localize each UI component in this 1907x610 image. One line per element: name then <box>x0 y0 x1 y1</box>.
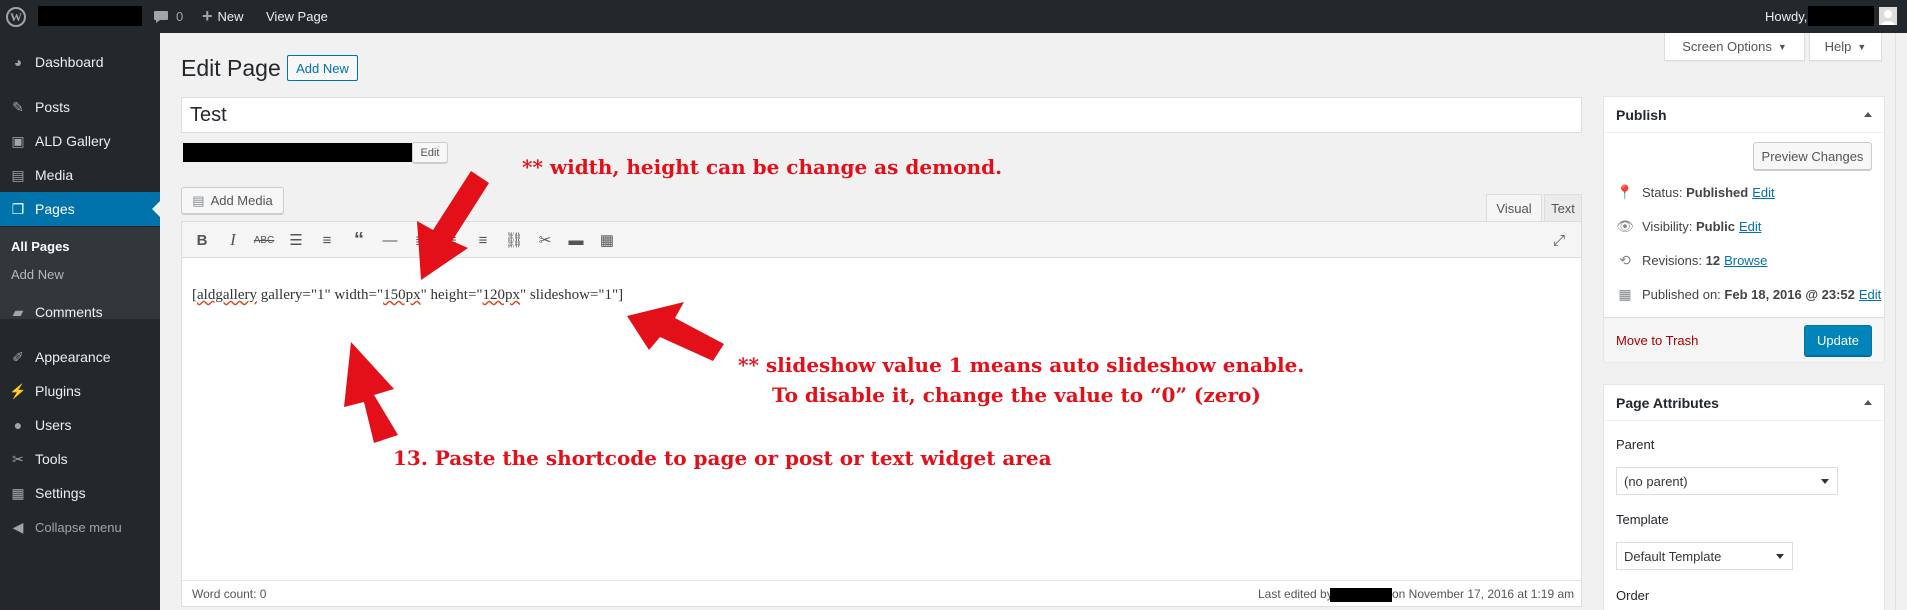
annotation-slideshow-2: To disable it, change the value to “0” (… <box>772 383 1261 407</box>
annotation-width-height: ** width, height can be change as demond… <box>522 155 1003 179</box>
annotation-slideshow-1: ** slideshow value 1 means auto slidesho… <box>738 353 1305 377</box>
arrow-to-slideshow <box>627 302 724 361</box>
arrow-to-width <box>417 171 489 280</box>
arrow-to-shortcode <box>344 342 398 443</box>
annotation-paste-shortcode: 13. Paste the shortcode to page or post … <box>393 446 1052 470</box>
annotation-arrows <box>344 171 724 443</box>
